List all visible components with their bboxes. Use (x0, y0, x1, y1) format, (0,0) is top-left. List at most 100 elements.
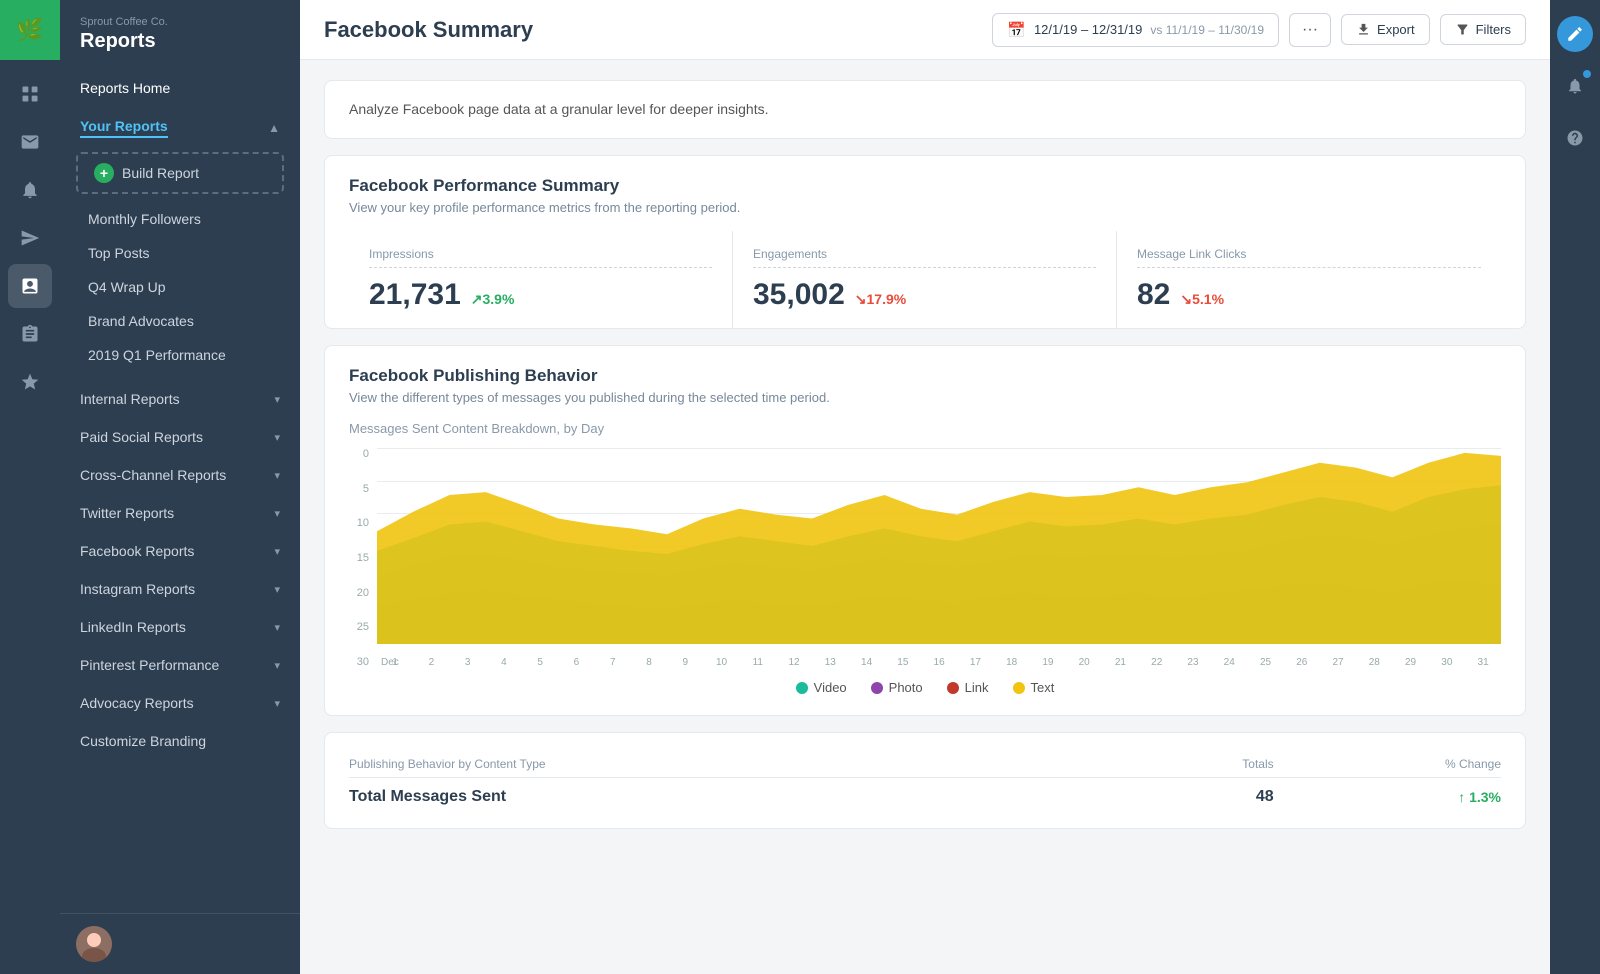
metric-engagements: Engagements 35,002 17.9% (733, 231, 1117, 328)
arrow-down-icon (855, 291, 867, 307)
table-cell-change: ↑ 1.3% (1274, 778, 1501, 813)
nav-publish[interactable] (8, 216, 52, 260)
chevron-up-icon: ▲ (268, 121, 280, 135)
sidebar-twitter-reports[interactable]: Twitter Reports ▾ (60, 494, 300, 532)
your-reports-header[interactable]: Your Reports ▲ (60, 107, 300, 146)
nav-tasks[interactable] (8, 312, 52, 356)
legend-photo-label: Photo (889, 680, 923, 695)
sidebar-internal-reports[interactable]: Internal Reports ▾ (60, 380, 300, 418)
publishing-table: Publishing Behavior by Content Type Tota… (349, 749, 1501, 812)
legend-photo: Photo (871, 680, 923, 695)
help-button[interactable] (1557, 120, 1593, 156)
header-right: 📅 12/1/19 – 12/31/19 vs 11/1/19 – 11/30/… (992, 13, 1526, 47)
date-range-value: 12/1/19 – 12/31/19 (1034, 22, 1142, 37)
chevron-down-icon: ▾ (274, 431, 280, 444)
sidebar-bottom (60, 913, 300, 974)
page-title: Facebook Summary (324, 17, 533, 43)
chevron-down-icon: ▾ (274, 507, 280, 520)
perf-summary-title: Facebook Performance Summary (349, 176, 1501, 196)
more-button[interactable]: ··· (1289, 13, 1331, 47)
logo-icon: 🌿 (16, 17, 43, 43)
notification-badge (1583, 70, 1591, 78)
metric-link-clicks: Message Link Clicks 82 5.1% (1117, 231, 1501, 328)
metric-engagements-label: Engagements (753, 247, 1096, 268)
chart-section: Messages Sent Content Breakdown, by Day … (349, 421, 1501, 695)
arrow-down-icon-2 (1180, 291, 1192, 307)
x-month-label: Dec (381, 657, 399, 668)
sidebar-cross-channel-reports[interactable]: Cross-Channel Reports ▾ (60, 456, 300, 494)
metrics-row: Impressions 21,731 3.9% Engagements 35,0… (349, 231, 1501, 328)
sidebar-reports-home[interactable]: Reports Home (60, 69, 300, 107)
description-text: Analyze Facebook page data at a granular… (349, 101, 769, 117)
compose-button[interactable] (1557, 16, 1593, 52)
filters-button[interactable]: Filters (1440, 14, 1526, 45)
pub-behavior-title: Facebook Publishing Behavior (349, 366, 1501, 386)
perf-summary-subtitle: View your key profile performance metric… (349, 200, 1501, 215)
icon-rail: 🌿 (0, 0, 60, 974)
sidebar-item-top-posts[interactable]: Top Posts (60, 236, 300, 270)
legend-link-dot (947, 682, 959, 694)
chevron-down-icon: ▾ (274, 545, 280, 558)
metric-impressions: Impressions 21,731 3.9% (349, 231, 733, 328)
chevron-down-icon: ▾ (274, 583, 280, 596)
sidebar-item-monthly-followers[interactable]: Monthly Followers (60, 202, 300, 236)
metric-link-clicks-value: 82 5.1% (1137, 278, 1481, 312)
arrow-up-icon (471, 291, 483, 307)
chevron-down-icon: ▾ (274, 659, 280, 672)
publishing-table-card: Publishing Behavior by Content Type Tota… (324, 732, 1526, 829)
sidebar-linkedin-reports[interactable]: LinkedIn Reports ▾ (60, 608, 300, 646)
table-row: Total Messages Sent 48 ↑ 1.3% (349, 778, 1501, 813)
nav-notifications[interactable] (8, 168, 52, 212)
your-reports-label: Your Reports (80, 118, 168, 138)
table-cell-label: Total Messages Sent (349, 778, 1146, 813)
sidebar-paid-social-reports[interactable]: Paid Social Reports ▾ (60, 418, 300, 456)
metric-engagements-change: 17.9% (855, 291, 906, 308)
chevron-down-icon: ▾ (274, 697, 280, 710)
nav-inbox[interactable] (8, 120, 52, 164)
table-cell-total: 48 (1146, 778, 1273, 813)
table-col-totals: Totals (1146, 749, 1273, 778)
build-report-button[interactable]: + Build Report (76, 152, 284, 194)
publishing-behavior-card: Facebook Publishing Behavior View the di… (324, 345, 1526, 716)
notification-bell[interactable] (1557, 68, 1593, 104)
y-axis: 30 25 20 15 10 5 0 (349, 448, 369, 668)
sidebar-item-2019-q1[interactable]: 2019 Q1 Performance (60, 338, 300, 372)
sidebar: Sprout Coffee Co. Reports Reports Home Y… (60, 0, 300, 974)
metric-impressions-value: 21,731 3.9% (369, 278, 712, 312)
nav-home[interactable] (8, 72, 52, 116)
export-icon (1356, 22, 1371, 37)
chevron-down-icon: ▾ (274, 469, 280, 482)
performance-summary-card: Facebook Performance Summary View your k… (324, 155, 1526, 329)
legend-text: Text (1013, 680, 1055, 695)
filters-icon (1455, 22, 1470, 37)
table-col-change: % Change (1274, 749, 1501, 778)
legend-video-dot (796, 682, 808, 694)
metric-engagements-value: 35,002 17.9% (753, 278, 1096, 312)
description-card: Analyze Facebook page data at a granular… (324, 80, 1526, 139)
sidebar-facebook-reports[interactable]: Facebook Reports ▾ (60, 532, 300, 570)
your-reports-items: + Build Report Monthly Followers Top Pos… (60, 152, 300, 380)
nav-star[interactable] (8, 360, 52, 404)
legend-text-dot (1013, 682, 1025, 694)
plus-icon: + (94, 163, 114, 183)
metric-impressions-change: 3.9% (471, 291, 515, 308)
legend-text-label: Text (1031, 680, 1055, 695)
build-report-label: Build Report (122, 165, 199, 181)
calendar-icon: 📅 (1007, 21, 1026, 39)
legend-video-label: Video (814, 680, 847, 695)
date-range-button[interactable]: 📅 12/1/19 – 12/31/19 vs 11/1/19 – 11/30/… (992, 13, 1279, 47)
sidebar-item-q4-wrap-up[interactable]: Q4 Wrap Up (60, 270, 300, 304)
sidebar-customize-branding[interactable]: Customize Branding (60, 722, 300, 760)
main-header: Facebook Summary 📅 12/1/19 – 12/31/19 vs… (300, 0, 1550, 60)
sidebar-instagram-reports[interactable]: Instagram Reports ▾ (60, 570, 300, 608)
export-button[interactable]: Export (1341, 14, 1430, 45)
user-avatar[interactable] (76, 926, 112, 962)
chart-container: 30 25 20 15 10 5 0 (349, 448, 1501, 668)
table-col-type: Publishing Behavior by Content Type (349, 749, 1146, 778)
sidebar-advocacy-reports[interactable]: Advocacy Reports ▾ (60, 684, 300, 722)
sidebar-pinterest-performance[interactable]: Pinterest Performance ▾ (60, 646, 300, 684)
logo-area[interactable]: 🌿 (0, 0, 60, 60)
nav-reports[interactable] (8, 264, 52, 308)
sidebar-item-brand-advocates[interactable]: Brand Advocates (60, 304, 300, 338)
chart-legend: Video Photo Link Text (349, 680, 1501, 695)
